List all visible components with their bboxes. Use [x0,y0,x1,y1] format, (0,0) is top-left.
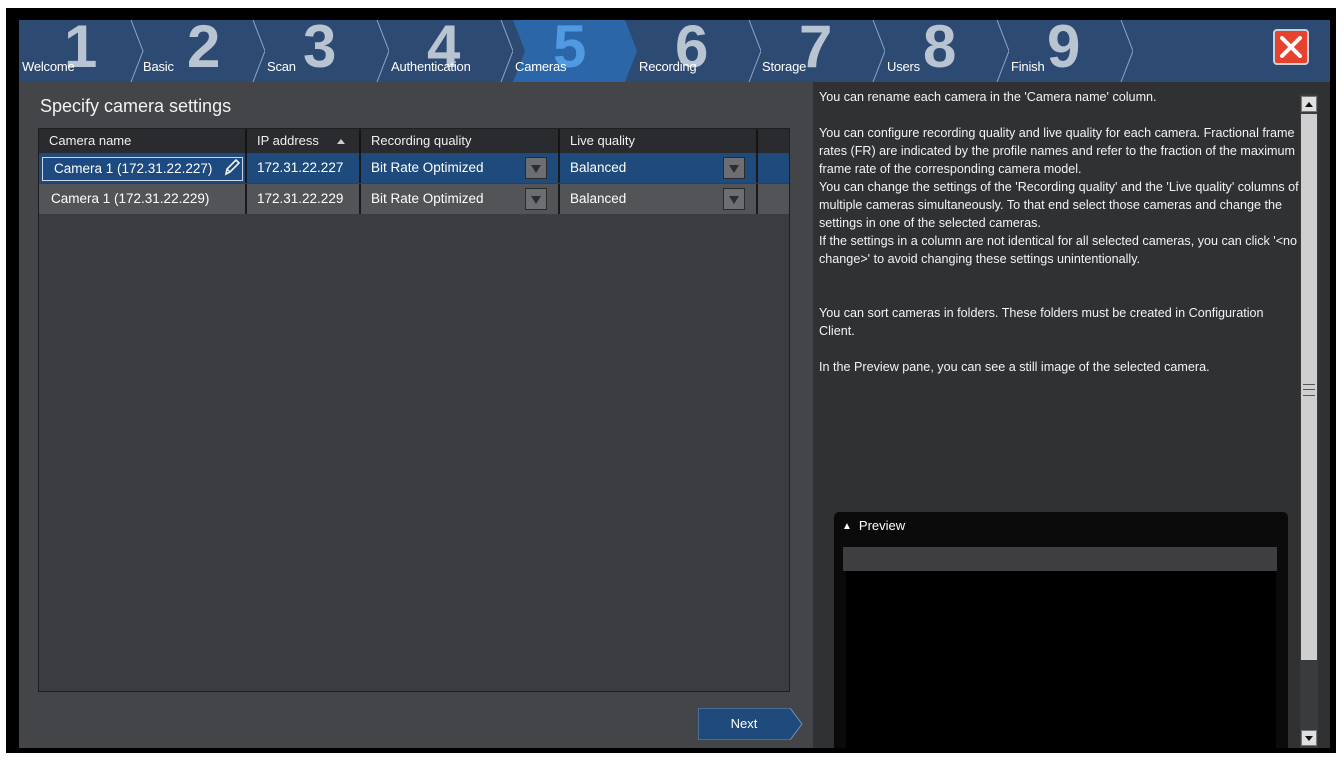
ip-address-cell: 172.31.22.227 [247,153,361,183]
column-header-recording-quality[interactable]: Recording quality [361,129,560,153]
help-paragraph: You can sort cameras in folders. These f… [819,306,1264,338]
recording-quality-value: Bit Rate Optimized [371,160,484,175]
step-label: Authentication [391,59,471,74]
live-quality-value: Balanced [570,191,627,206]
recording-quality-select[interactable]: Bit Rate Optimized [361,153,560,183]
column-header-camera-name[interactable]: Camera name [39,129,247,153]
help-paragraph: If the settings in a column are not iden… [819,234,1298,266]
next-button[interactable]: Next [698,708,804,740]
help-paragraph: In the Preview pane, you can see a still… [819,360,1210,374]
step-welcome[interactable]: 1 Welcome [19,20,149,82]
table-row[interactable]: Camera 1 (172.31.22.229) 172.31.22.229 B… [39,184,789,214]
sort-ascending-icon [336,139,345,145]
column-header-live-quality[interactable]: Live quality [560,129,758,153]
recording-quality-value: Bit Rate Optimized [371,191,484,206]
step-number: 2 [187,20,221,80]
step-recording[interactable]: 6 Recording [631,20,761,82]
dropdown-arrow-icon[interactable] [525,157,547,179]
wizard-window: 1 Welcome 2 Basic 3 Scan 4 Authenticatio… [19,20,1330,748]
help-paragraph: You can rename each camera in the 'Camer… [819,90,1157,104]
scroll-down-icon[interactable] [1301,730,1317,746]
step-label: Scan [267,59,296,74]
step-number: 3 [303,20,337,80]
preview-toggle[interactable]: ▲ Preview [842,518,905,533]
step-scan[interactable]: 3 Scan [259,20,389,82]
dropdown-arrow-icon[interactable] [723,188,745,210]
help-paragraph: You can change the settings of the 'Reco… [819,180,1299,230]
window-frame: 1 Welcome 2 Basic 3 Scan 4 Authenticatio… [6,8,1336,753]
step-bar: 1 Welcome 2 Basic 3 Scan 4 Authenticatio… [19,20,1330,82]
preview-pane: ▲ Preview [834,512,1288,748]
step-label: Storage [762,59,807,74]
camera-settings-panel: Specify camera settings Camera name IP a… [19,82,813,748]
close-button[interactable] [1273,29,1309,65]
help-text: You can rename each camera in the 'Camer… [819,88,1299,376]
ip-address-cell: 172.31.22.229 [247,184,361,214]
dropdown-arrow-icon[interactable] [525,188,547,210]
step-authentication[interactable]: 4 Authentication [383,20,513,82]
help-panel: You can rename each camera in the 'Camer… [813,82,1330,748]
help-scrollbar[interactable] [1300,94,1318,748]
preview-image [846,571,1276,748]
step-label: Finish [1011,59,1045,74]
camera-name-cell[interactable]: Camera 1 (172.31.22.229) [39,184,247,214]
chevron-up-icon: ▲ [842,521,852,532]
live-quality-value: Balanced [570,160,627,175]
step-users[interactable]: 8 Users [879,20,1009,82]
step-label: Basic [143,59,174,74]
step-label: Users [887,59,920,74]
camera-name-input[interactable]: Camera 1 (172.31.22.227) [42,157,243,181]
close-icon [1280,36,1302,58]
step-storage[interactable]: 7 Storage [755,20,885,82]
step-basic[interactable]: 2 Basic [135,20,265,82]
camera-table: Camera name IP address Recording quality… [38,128,790,692]
column-header-ip-address[interactable]: IP address [247,129,361,153]
help-paragraph: You can configure recording quality and … [819,126,1295,176]
scroll-thumb[interactable] [1301,114,1317,660]
step-label: Cameras [515,59,567,74]
live-quality-select[interactable]: Balanced [560,184,758,214]
step-label: Recording [639,59,697,74]
recording-quality-select[interactable]: Bit Rate Optimized [361,184,560,214]
dropdown-arrow-icon[interactable] [723,157,745,179]
page-title: Specify camera settings [40,96,232,116]
live-quality-select[interactable]: Balanced [560,153,758,183]
preview-toolbar [843,547,1277,571]
table-header: Camera name IP address Recording quality… [39,129,789,153]
next-label: Next [730,716,758,731]
step-finish[interactable]: 9 Finish [1003,20,1133,82]
step-label: Welcome [22,59,75,74]
scroll-up-icon[interactable] [1301,96,1317,112]
step-number: 8 [923,20,957,80]
pencil-icon [224,158,241,176]
step-cameras[interactable]: 5 Cameras [507,20,637,82]
camera-name-cell[interactable]: Camera 1 (172.31.22.227) [39,153,247,183]
grip-icon [1303,384,1315,396]
preview-label: Preview [858,518,906,533]
table-row[interactable]: Camera 1 (172.31.22.227) 172.31.22.227 B… [39,153,789,183]
step-number: 9 [1047,20,1081,80]
